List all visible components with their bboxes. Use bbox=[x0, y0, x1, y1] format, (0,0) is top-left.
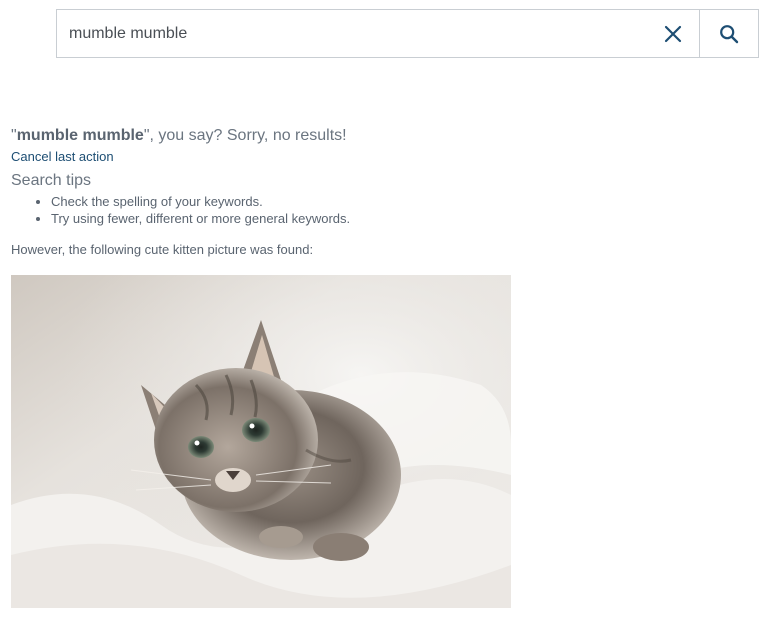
search-query-term: mumble mumble bbox=[16, 127, 144, 144]
no-results-message: "mumble mumble", you say? Sorry, no resu… bbox=[11, 125, 751, 147]
kitten-image bbox=[11, 275, 511, 608]
search-input[interactable] bbox=[57, 10, 647, 57]
search-bar bbox=[56, 9, 759, 58]
search-tips-heading: Search tips bbox=[11, 172, 92, 189]
search-icon bbox=[720, 24, 739, 43]
search-submit-button[interactable] bbox=[699, 10, 758, 57]
clear-search-button[interactable] bbox=[647, 10, 699, 57]
close-icon bbox=[664, 25, 682, 42]
no-results-suffix: ", you say? Sorry, no results! bbox=[143, 127, 347, 144]
search-tip-item: Check the spelling of your keywords. bbox=[51, 193, 751, 210]
cancel-last-action-link[interactable]: Cancel last action bbox=[11, 148, 114, 166]
search-results: "mumble mumble", you say? Sorry, no resu… bbox=[11, 125, 751, 258]
search-tip-item: Try using fewer, different or more gener… bbox=[51, 210, 751, 227]
search-tips-list: Check the spelling of your keywords. Try… bbox=[11, 193, 751, 227]
kitten-found-text: However, the following cute kitten pictu… bbox=[11, 242, 314, 257]
